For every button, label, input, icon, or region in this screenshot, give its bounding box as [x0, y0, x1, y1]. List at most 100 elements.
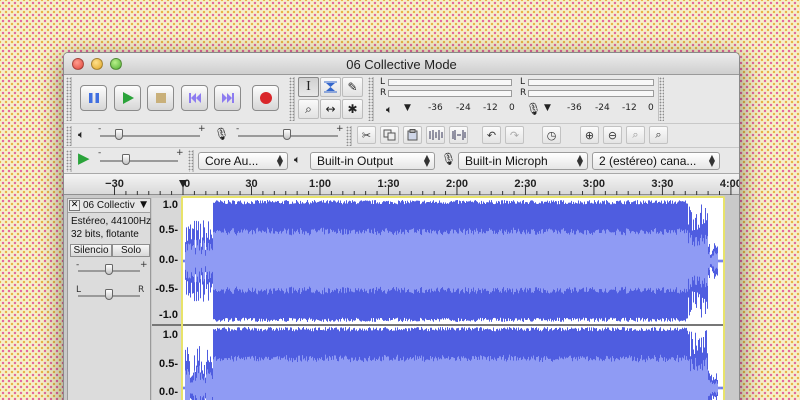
playback-meter-right-bar [388, 90, 512, 97]
audacity-window: 06 Collective Mode I ✎ ⌕ ↔ ✱ L R 🔈︎ ▼ -3… [63, 52, 740, 400]
gain-max: + [140, 260, 148, 270]
play-button[interactable] [114, 85, 141, 111]
paste-button[interactable] [403, 126, 422, 144]
skip-to-start-button[interactable] [181, 85, 208, 111]
ruler-label: 3:00 [582, 178, 605, 190]
draw-tool-button[interactable]: ✎ [342, 77, 363, 97]
envelope-tool-button[interactable] [320, 77, 341, 97]
redo-button[interactable]: ↷ [505, 126, 524, 144]
ruler-label: 1:00 [308, 178, 331, 190]
gain-slider-thumb[interactable] [105, 264, 113, 275]
scissors-icon: ✂ [361, 128, 372, 142]
play-at-speed-icon[interactable]: ▶ [78, 149, 90, 167]
meter-end-grip[interactable] [658, 77, 664, 121]
speed-slider-thumb[interactable] [122, 154, 130, 165]
speed-slider-track[interactable] [100, 160, 178, 162]
timeshift-tool-button[interactable]: ↔ [320, 99, 341, 119]
record-meter-menu-icon[interactable]: ▼ [544, 103, 551, 113]
input-volume-icon: 🎙︎ [214, 127, 230, 141]
device-grip[interactable] [188, 150, 194, 172]
input-volume-min: - [236, 124, 240, 134]
trim-button[interactable] [426, 126, 445, 144]
track-vertical-ruler[interactable]: 1.0 0.5- 0.0- -0.5- -1.0 1.0 0.5- 0.0- [152, 198, 182, 400]
zoom-in-button[interactable]: ⊕ [580, 126, 599, 144]
pan-slider-thumb[interactable] [105, 289, 113, 300]
y-label-bottom-3: 0.0- [159, 386, 178, 398]
pan-left-label: L [76, 285, 82, 295]
skip-start-icon [188, 93, 201, 103]
playat-speed-grip[interactable] [66, 150, 72, 172]
output-volume-thumb[interactable] [115, 129, 123, 140]
undo-button[interactable]: ↶ [482, 126, 501, 144]
redo-icon: ↷ [509, 128, 520, 142]
multi-tool-button[interactable]: ✱ [342, 99, 363, 119]
output-volume-icon: 🔈︎ [78, 128, 85, 141]
input-channels-select[interactable]: 2 (estéreo) cana... ▲ ▼ [592, 152, 720, 170]
track-menu-arrow-icon[interactable]: ▼ [140, 200, 147, 210]
waveform-right-channel [183, 327, 723, 400]
record-meter-left-bar [528, 79, 654, 86]
waveform-left-channel [183, 200, 723, 322]
track-header: ✕ 06 Collectiv ▼ [68, 199, 150, 213]
speed-min: - [98, 148, 102, 158]
input-device-select[interactable]: Built-in Microph ▲ ▼ [458, 152, 588, 170]
y-label-bottom-1: 1.0 [162, 329, 178, 341]
gain-min: - [76, 260, 80, 270]
envelope-icon [324, 81, 337, 93]
stop-button[interactable] [147, 85, 174, 111]
zoom-tool-button[interactable]: ⌕ [298, 99, 319, 119]
asterisk-icon: ✱ [347, 102, 358, 116]
record-meter-left-label: L [520, 77, 526, 87]
mute-button[interactable]: Silencio [70, 244, 112, 257]
y-label-top-3: 0.0- [159, 254, 178, 266]
output-device-select[interactable]: Built-in Output ▲ ▼ [310, 152, 435, 170]
meter-grip[interactable] [368, 77, 374, 121]
copy-button[interactable] [380, 126, 399, 144]
sync-lock-button[interactable]: ◷ [542, 126, 561, 144]
input-device-icon: 🎙︎ [441, 152, 457, 166]
waveform-display[interactable] [183, 198, 723, 400]
paste-icon [407, 129, 418, 141]
tools-grip[interactable] [289, 77, 295, 121]
track-name-menu[interactable]: 06 Collectiv [83, 200, 135, 211]
audio-host-select[interactable]: Core Au... ▲ ▼ [198, 152, 288, 170]
fit-project-icon: ⌕ [655, 128, 662, 141]
pan-right-label: R [138, 285, 145, 295]
playback-meter-menu-icon[interactable]: ▼ [404, 103, 411, 113]
output-device-icon: 🔈︎ [294, 153, 301, 166]
y-label-bottom-2: 0.5- [159, 358, 178, 370]
y-label-top-1: 1.0 [162, 199, 178, 211]
speaker-icon: 🔈︎ [386, 103, 393, 116]
zoom-out-icon: ⊖ [607, 128, 618, 142]
solo-button[interactable]: Solo [112, 244, 150, 257]
pause-button[interactable] [80, 85, 107, 111]
toolbar-grip[interactable] [66, 77, 72, 121]
fit-project-button[interactable]: ⌕ [649, 126, 668, 144]
zoom-out-button[interactable]: ⊖ [603, 126, 622, 144]
skip-end-icon [221, 93, 234, 103]
main-toolbar: I ✎ ⌕ ↔ ✱ L R 🔈︎ ▼ -36 -24 -12 0 L R 🎙︎ … [64, 75, 739, 123]
timeline-ruler[interactable]: −30 0 30 1:00 1:30 2:00 2:30 3:00 3:30 4:00 [64, 173, 739, 196]
speed-max: + [176, 148, 184, 158]
skip-to-end-button[interactable] [214, 85, 241, 111]
ruler-label: 3:30 [651, 178, 674, 190]
select-arrows-icon: ▲ ▼ [276, 153, 283, 168]
y-label-top-5: -1.0 [159, 309, 178, 321]
select-arrows-icon: ▲ ▼ [423, 153, 430, 168]
stop-icon [155, 93, 166, 103]
edit-grip[interactable] [346, 126, 352, 146]
mixer-grip[interactable] [66, 126, 72, 146]
cut-button[interactable]: ✂ [357, 126, 376, 144]
record-scale-4: 0 [648, 103, 654, 113]
track-close-button[interactable]: ✕ [69, 200, 80, 211]
record-button[interactable] [252, 85, 279, 111]
waveform-channel-divider [183, 324, 723, 326]
select-arrows-icon: ▲ ▼ [576, 153, 583, 168]
fit-selection-button[interactable]: ⌕ [626, 126, 645, 144]
selection-tool-button[interactable]: I [298, 77, 319, 97]
input-volume-thumb[interactable] [283, 129, 291, 140]
ruler-label: −30 [105, 178, 124, 190]
record-scale-3: -12 [622, 103, 637, 113]
pause-icon [88, 93, 99, 103]
silence-button[interactable] [449, 126, 468, 144]
